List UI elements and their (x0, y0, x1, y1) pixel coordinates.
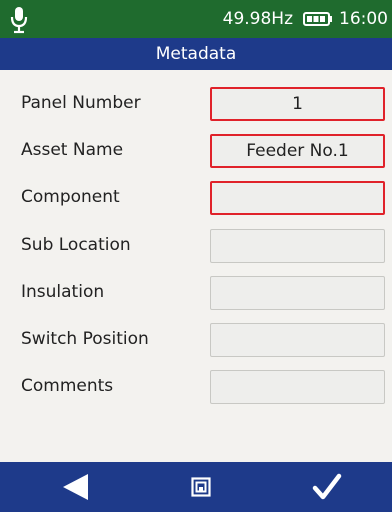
panel-number-field[interactable]: 1 (210, 87, 385, 121)
sub-location-label: Sub Location (21, 235, 131, 255)
form-row-asset-name: Asset Name Feeder No.1 (0, 130, 392, 170)
panel-number-label: Panel Number (21, 93, 141, 113)
frequency-readout: 49.98Hz (222, 9, 293, 29)
back-arrow-icon (63, 474, 88, 500)
form-row-comments: Comments (0, 366, 392, 406)
status-bar: 49.98Hz 16:00 (0, 0, 392, 38)
switch-position-label: Switch Position (21, 329, 149, 349)
form-row-insulation: Insulation (0, 272, 392, 312)
title-bar: Metadata (0, 38, 392, 70)
save-button[interactable] (176, 462, 226, 512)
form-row-component: Component (0, 177, 392, 217)
clock: 16:00 (339, 9, 388, 29)
form-row-switch-position: Switch Position (0, 319, 392, 359)
bottom-nav-bar (0, 462, 392, 512)
form-row-sub-location: Sub Location (0, 225, 392, 265)
comments-field[interactable] (210, 370, 385, 404)
page-title: Metadata (155, 44, 237, 64)
switch-position-field[interactable] (210, 323, 385, 357)
asset-name-field[interactable]: Feeder No.1 (210, 134, 385, 168)
component-field[interactable] (210, 181, 385, 215)
insulation-field[interactable] (210, 276, 385, 310)
battery-icon (303, 12, 332, 26)
microphone-icon (10, 7, 28, 34)
sub-location-field[interactable] (210, 229, 385, 263)
checkmark-icon (312, 473, 342, 500)
save-icon (191, 477, 211, 497)
insulation-label: Insulation (21, 282, 105, 302)
asset-name-label: Asset Name (21, 140, 124, 160)
component-label: Component (21, 187, 120, 207)
back-button[interactable] (40, 462, 110, 512)
comments-label: Comments (21, 376, 114, 396)
confirm-button[interactable] (292, 462, 362, 512)
form-row-panel-number: Panel Number 1 (0, 83, 392, 123)
